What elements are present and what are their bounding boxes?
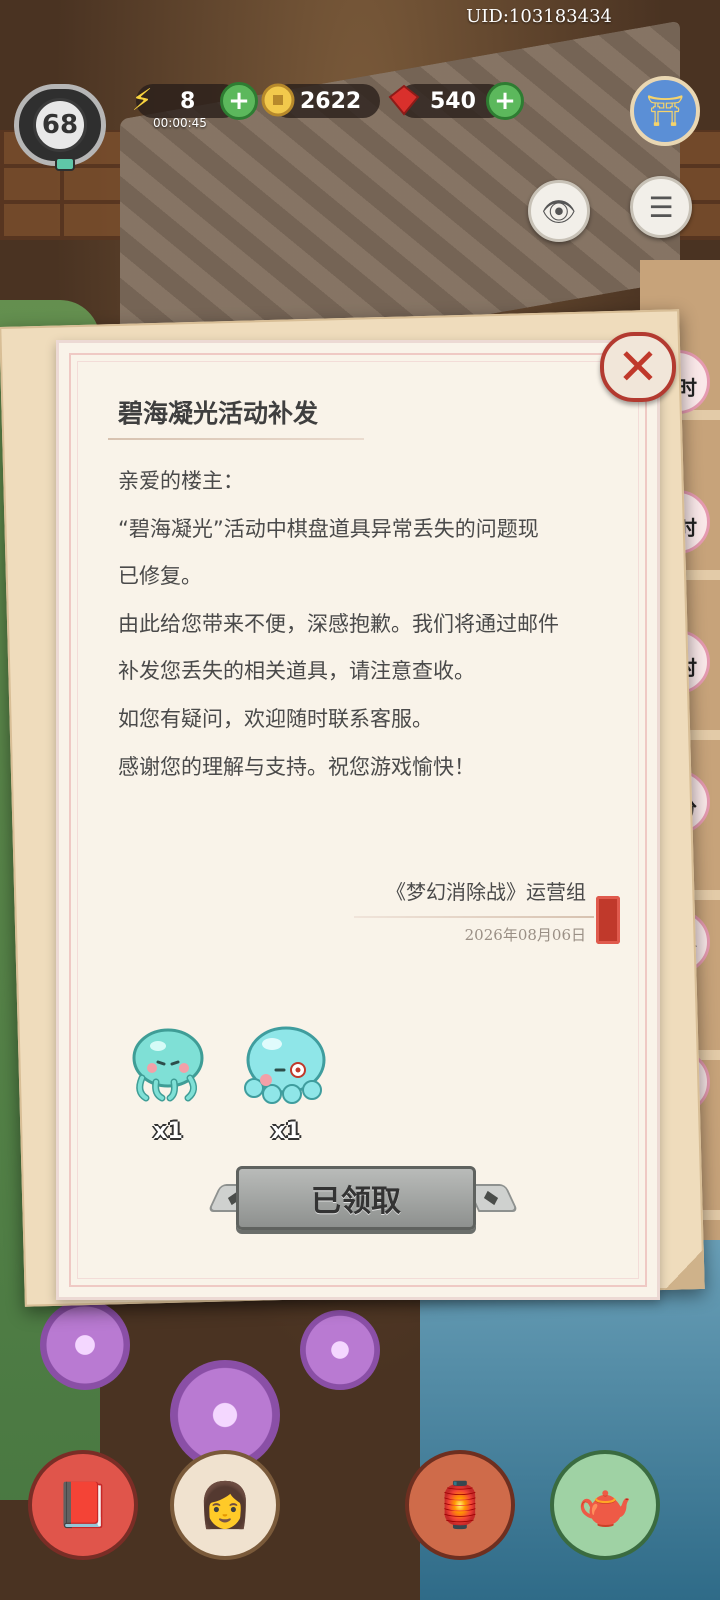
shop-icon[interactable]: ⛩ [630,76,700,146]
claimed-button-label: 已领取 [311,1184,401,1219]
character-avatar-icon[interactable]: 👩 [170,1450,280,1560]
reward-item[interactable]: x1 [118,1024,218,1144]
claimed-button[interactable]: 已领取 [236,1166,476,1230]
add-energy-button[interactable]: + [220,82,258,120]
mail-line: 由此给您带来不便，深感抱歉。我们将通过邮件 [118,611,559,636]
coin-counter: 2622 [261,83,380,118]
mail-line: 如您有疑问，欢迎随时联系客服。 [118,706,433,731]
lightning-icon: ⚡ [131,82,153,118]
signature-divider [354,916,594,918]
reward-item[interactable]: x1 [236,1024,336,1144]
gem-value: 540 [430,88,476,114]
close-button[interactable]: ✕ [600,332,676,402]
flower-decoration [300,1310,380,1390]
mail-line: 已修复。 [118,564,202,589]
teapot-icon[interactable]: 🫖 [550,1450,660,1560]
energy-counter: ⚡ 8 + [131,82,258,120]
add-gems-button[interactable]: + [486,82,524,120]
energy-timer: 00:00:45 [153,116,207,130]
mail-signature: 《梦幻消除战》运营组 [386,880,586,904]
title-divider [108,438,364,440]
close-icon: ✕ [617,338,659,396]
coin-icon [258,80,298,120]
paper-curl [663,1248,705,1290]
mail-body: 亲爱的楼主： “碧海凝光”活动中棋盘道具异常丢失的问题现 已修复。 由此给您带来… [118,458,638,791]
player-level-badge[interactable]: 68 [14,84,106,171]
mail-line: “碧海凝光”活动中棋盘道具异常丢失的问题现 [118,516,539,541]
mail-line: 亲爱的楼主： [118,469,244,493]
level-number: 68 [33,98,87,152]
gem-counter: 540 + [388,82,524,120]
octopus-icon [244,1026,326,1104]
jellyfish-icon [132,1028,204,1102]
mail-book-icon[interactable]: 📕 [28,1450,138,1560]
mail-date: 2026年08月06日 [464,926,586,944]
level-gem-icon [55,157,75,171]
reward-count: x1 [153,1119,183,1144]
energy-value: 8 [180,88,196,114]
eye-icon[interactable]: 👁 [528,180,590,242]
user-id-label: UID:103183434 [466,6,612,27]
mail-line: 感谢您的理解与支持。祝您游戏愉快！ [118,754,475,779]
coin-value: 2622 [300,88,362,114]
reward-count: x1 [271,1119,301,1144]
mail-title: 碧海凝光活动补发 [118,399,319,428]
red-gem-icon [384,80,424,120]
mail-line: 补发您丢失的相关道具，请注意查收。 [118,659,475,684]
flower-decoration [40,1300,130,1390]
red-seal-icon [596,896,620,944]
shop-house-icon[interactable]: 🏮 [405,1450,515,1560]
menu-list-icon[interactable]: ☰ [630,176,692,238]
